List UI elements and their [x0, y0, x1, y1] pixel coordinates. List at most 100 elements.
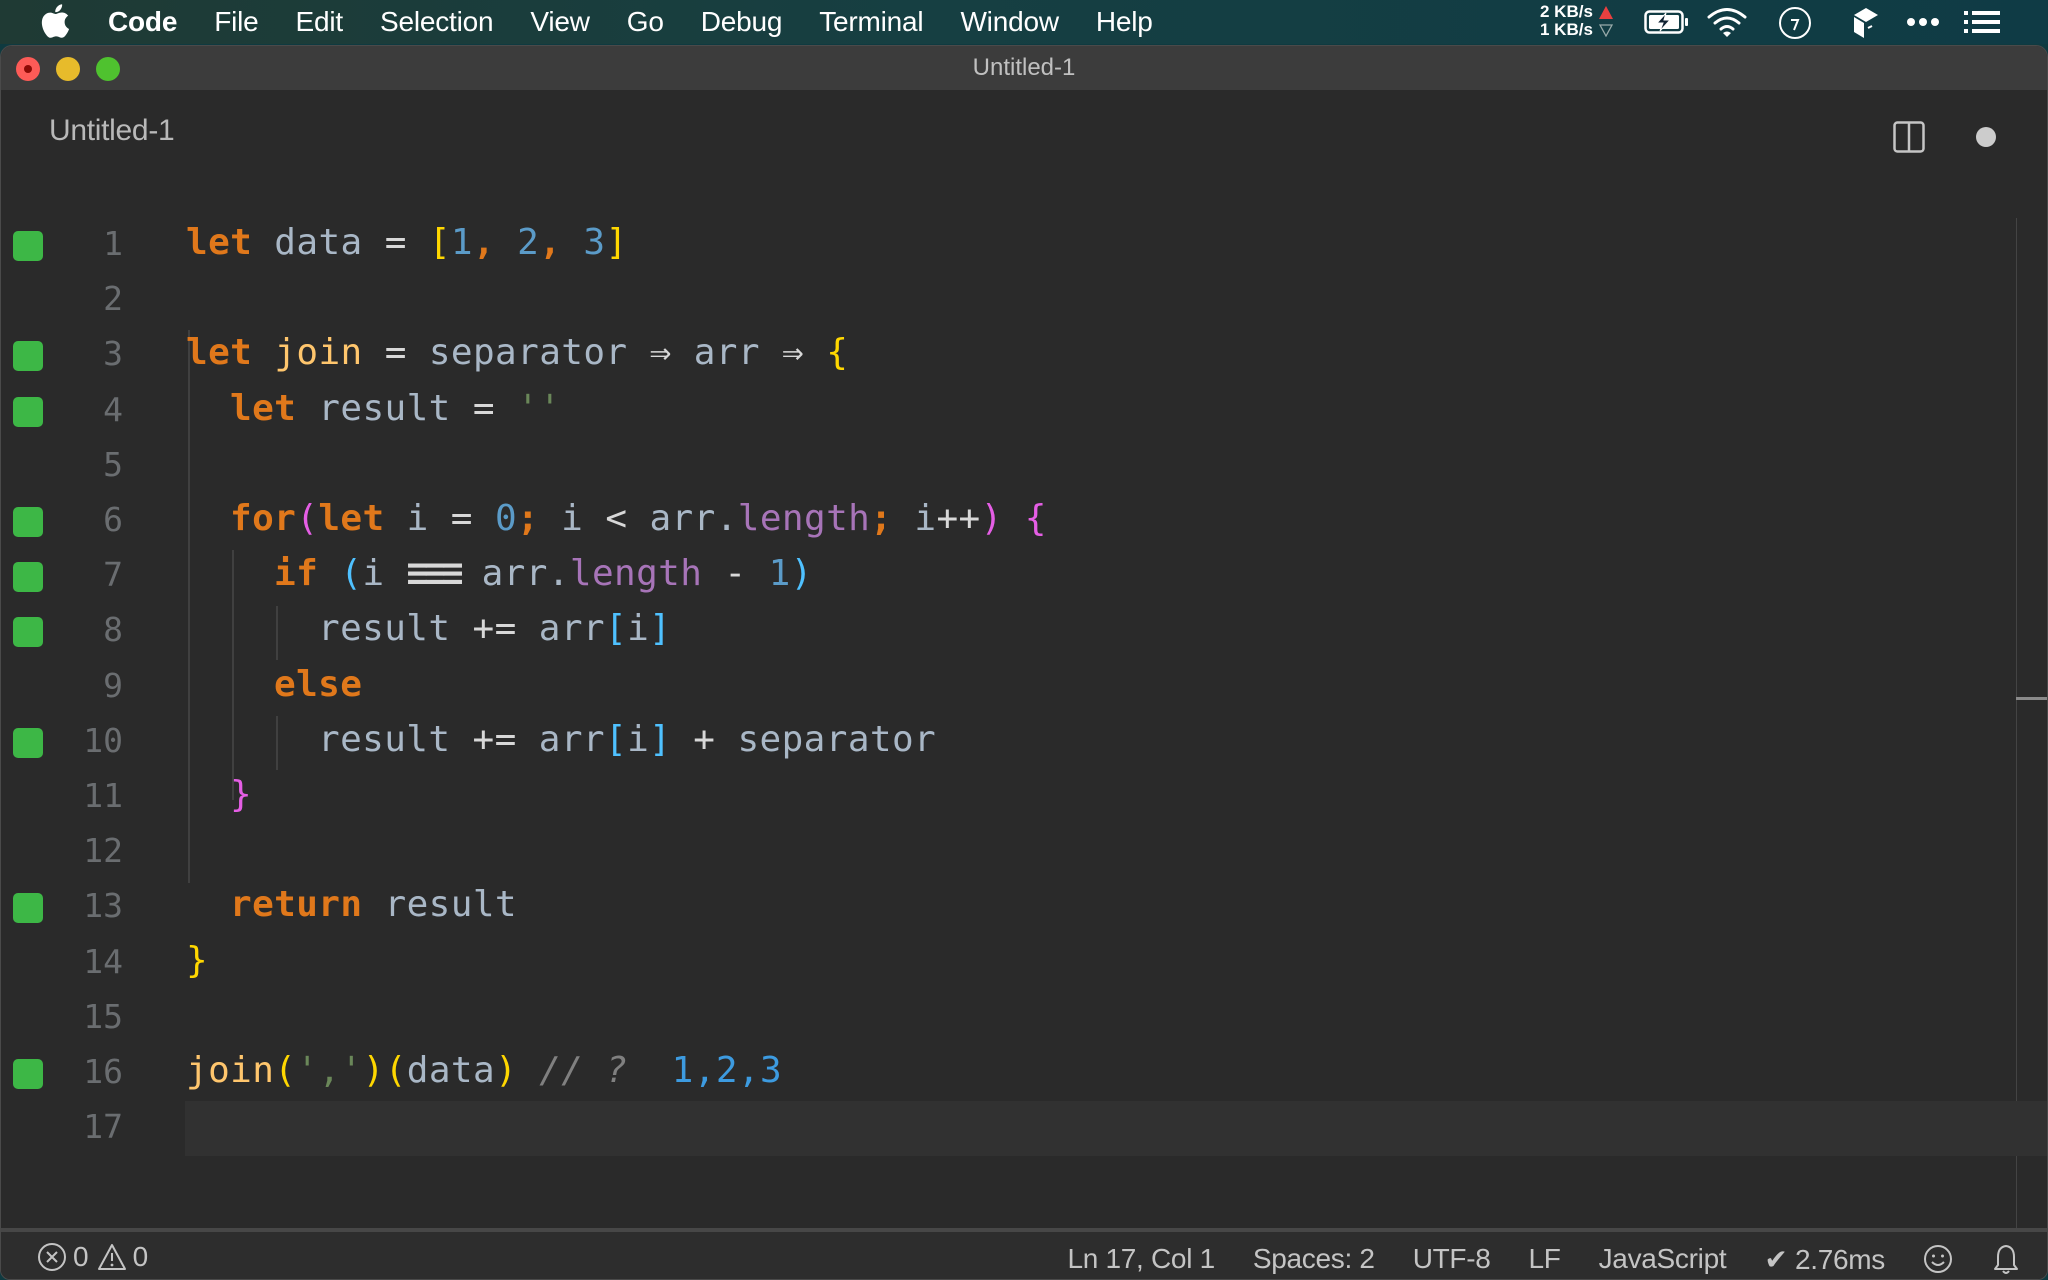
line-number: 15 [83, 996, 123, 1036]
coverage-marker-icon[interactable] [13, 562, 43, 593]
line-number: 11 [83, 776, 123, 815]
token-var [1003, 498, 1025, 539]
code-text: result += arr[i] + separator [318, 719, 936, 760]
token-num: 1 [450, 222, 473, 263]
token-b2: ) [980, 498, 1003, 539]
battery-charging-icon[interactable] [1644, 10, 1690, 34]
line-number: 7 [103, 555, 123, 595]
coverage-marker-icon[interactable] [13, 893, 43, 924]
code-line[interactable]: 12 [1, 825, 2047, 880]
code-line[interactable]: 3 let join = separator ⇒ arr ⇒ { [1, 328, 2047, 383]
window-close-button[interactable] [16, 57, 40, 81]
line-number: 8 [103, 610, 123, 650]
tab-untitled-1[interactable]: Untitled-1 [49, 114, 175, 148]
code-line[interactable]: 17 [1, 1101, 2047, 1157]
token-b3: ( [340, 553, 363, 595]
code-line[interactable]: 16 join(',')(data) // ? 1,2,3 [1, 1046, 2047, 1101]
token-kw: let [186, 332, 253, 374]
unsaved-changes-dot-icon[interactable] [1976, 127, 1996, 147]
apple-logo-icon[interactable] [40, 4, 70, 38]
code-line[interactable]: 14} [1, 936, 2047, 991]
coverage-marker-icon[interactable] [13, 231, 43, 261]
code-line[interactable]: 9 else [1, 660, 2047, 715]
indentation-setting[interactable]: Spaces: 2 [1253, 1243, 1375, 1275]
coverage-marker-icon[interactable] [13, 396, 43, 427]
execution-timing[interactable]: ✔ 2.76ms [1764, 1243, 1885, 1276]
coverage-marker-icon[interactable] [13, 727, 43, 758]
package-icon[interactable] [1852, 6, 1880, 40]
download-arrow-icon [1598, 23, 1613, 37]
code-line[interactable]: 8 result += arr[i] [1, 604, 2047, 659]
menu-view[interactable]: View [530, 6, 590, 38]
upload-rate: 2 KB/s [1540, 2, 1593, 21]
line-number: 13 [83, 886, 123, 926]
code-line[interactable]: 4 let result = '' [1, 384, 2047, 439]
token-var: i [627, 718, 650, 760]
menu-selection[interactable]: Selection [380, 6, 494, 38]
token-var: arr. [459, 553, 570, 595]
split-editor-icon[interactable] [1893, 121, 1925, 153]
code-text: } [230, 774, 252, 815]
code-line[interactable]: 1 let data = [1, 2, 3] [1, 218, 2047, 273]
token-var: separator [715, 718, 937, 760]
file-encoding[interactable]: UTF-8 [1413, 1243, 1491, 1275]
coverage-marker-icon[interactable] [13, 341, 43, 372]
coverage-marker-icon[interactable] [13, 1059, 43, 1089]
problems-indicator[interactable]: 0 0 [37, 1241, 156, 1273]
code-line[interactable]: 5 [1, 439, 2047, 494]
window-minimize-button[interactable] [56, 57, 80, 81]
token-b3: [ [604, 718, 628, 760]
line-number: 3 [103, 334, 123, 374]
code-line[interactable]: 2 [1, 273, 2047, 328]
code-editor[interactable]: 1 let data = [1, 2, 3] 2 3 let join = separa… [1, 178, 2047, 1228]
code-text: let join = separator ⇒ arr ⇒ { [186, 332, 848, 373]
menu-edit[interactable]: Edit [296, 6, 344, 38]
coverage-marker-icon[interactable] [13, 507, 43, 537]
token-var [495, 388, 517, 429]
end-of-line[interactable]: LF [1529, 1243, 1561, 1275]
code-line[interactable]: 13 return result [1, 880, 2047, 935]
token-var [517, 1050, 539, 1091]
token-kw: let [230, 387, 297, 429]
clock-icon[interactable] [1778, 6, 1812, 40]
code-line[interactable]: 7 if (i ≡≡≡ arr.length - 1) [1, 549, 2047, 604]
wifi-icon[interactable] [1706, 6, 1748, 38]
code-text: else [274, 664, 362, 705]
window-maximize-button[interactable] [96, 57, 120, 81]
token-kw: , [539, 222, 584, 263]
code-line[interactable]: 15 [1, 991, 2047, 1046]
line-number: 17 [83, 1107, 123, 1147]
token-var: i [892, 498, 937, 539]
warning-count: 0 [132, 1241, 149, 1272]
code-line[interactable]: 6 for(let i = 0; i < arr.length; i++) { [1, 494, 2047, 549]
menu-debug[interactable]: Debug [701, 6, 783, 38]
error-icon [38, 1243, 66, 1271]
line-number: 9 [103, 665, 123, 705]
more-icon[interactable] [1906, 16, 1940, 28]
bell-icon[interactable] [1993, 1243, 2019, 1275]
list-icon[interactable] [1964, 10, 2000, 34]
token-op: = [384, 222, 407, 263]
smiley-icon[interactable] [1923, 1244, 1953, 1274]
menu-go[interactable]: Go [627, 6, 664, 38]
warning-icon [97, 1244, 126, 1270]
token-var: result [296, 387, 473, 429]
menu-file[interactable]: File [214, 6, 259, 38]
code-line[interactable]: 10 result += arr[i] + separator [1, 715, 2047, 770]
menu-code[interactable]: Code [108, 6, 177, 38]
token-var: result [318, 608, 473, 650]
menu-window[interactable]: Window [960, 6, 1059, 38]
menu-terminal[interactable]: Terminal [819, 6, 923, 38]
token-op: += [472, 718, 517, 760]
status-right: Ln 17, Col 1 Spaces: 2 UTF-8 LF JavaScri… [1067, 1241, 2047, 1277]
code-text: result += arr[i] [318, 608, 671, 649]
code-line[interactable]: 11} [1, 770, 2047, 825]
token-fn: join [274, 332, 363, 374]
window-titlebar[interactable]: Untitled-1 [1, 46, 2047, 90]
cursor-position[interactable]: Ln 17, Col 1 [1067, 1243, 1215, 1275]
coverage-marker-icon[interactable] [13, 617, 43, 648]
language-mode[interactable]: JavaScript [1599, 1243, 1727, 1275]
token-cmt: // ? [539, 1050, 628, 1091]
network-monitor[interactable]: 2 KB/s 1 KB/s [1540, 3, 1613, 39]
menu-help[interactable]: Help [1096, 6, 1153, 38]
